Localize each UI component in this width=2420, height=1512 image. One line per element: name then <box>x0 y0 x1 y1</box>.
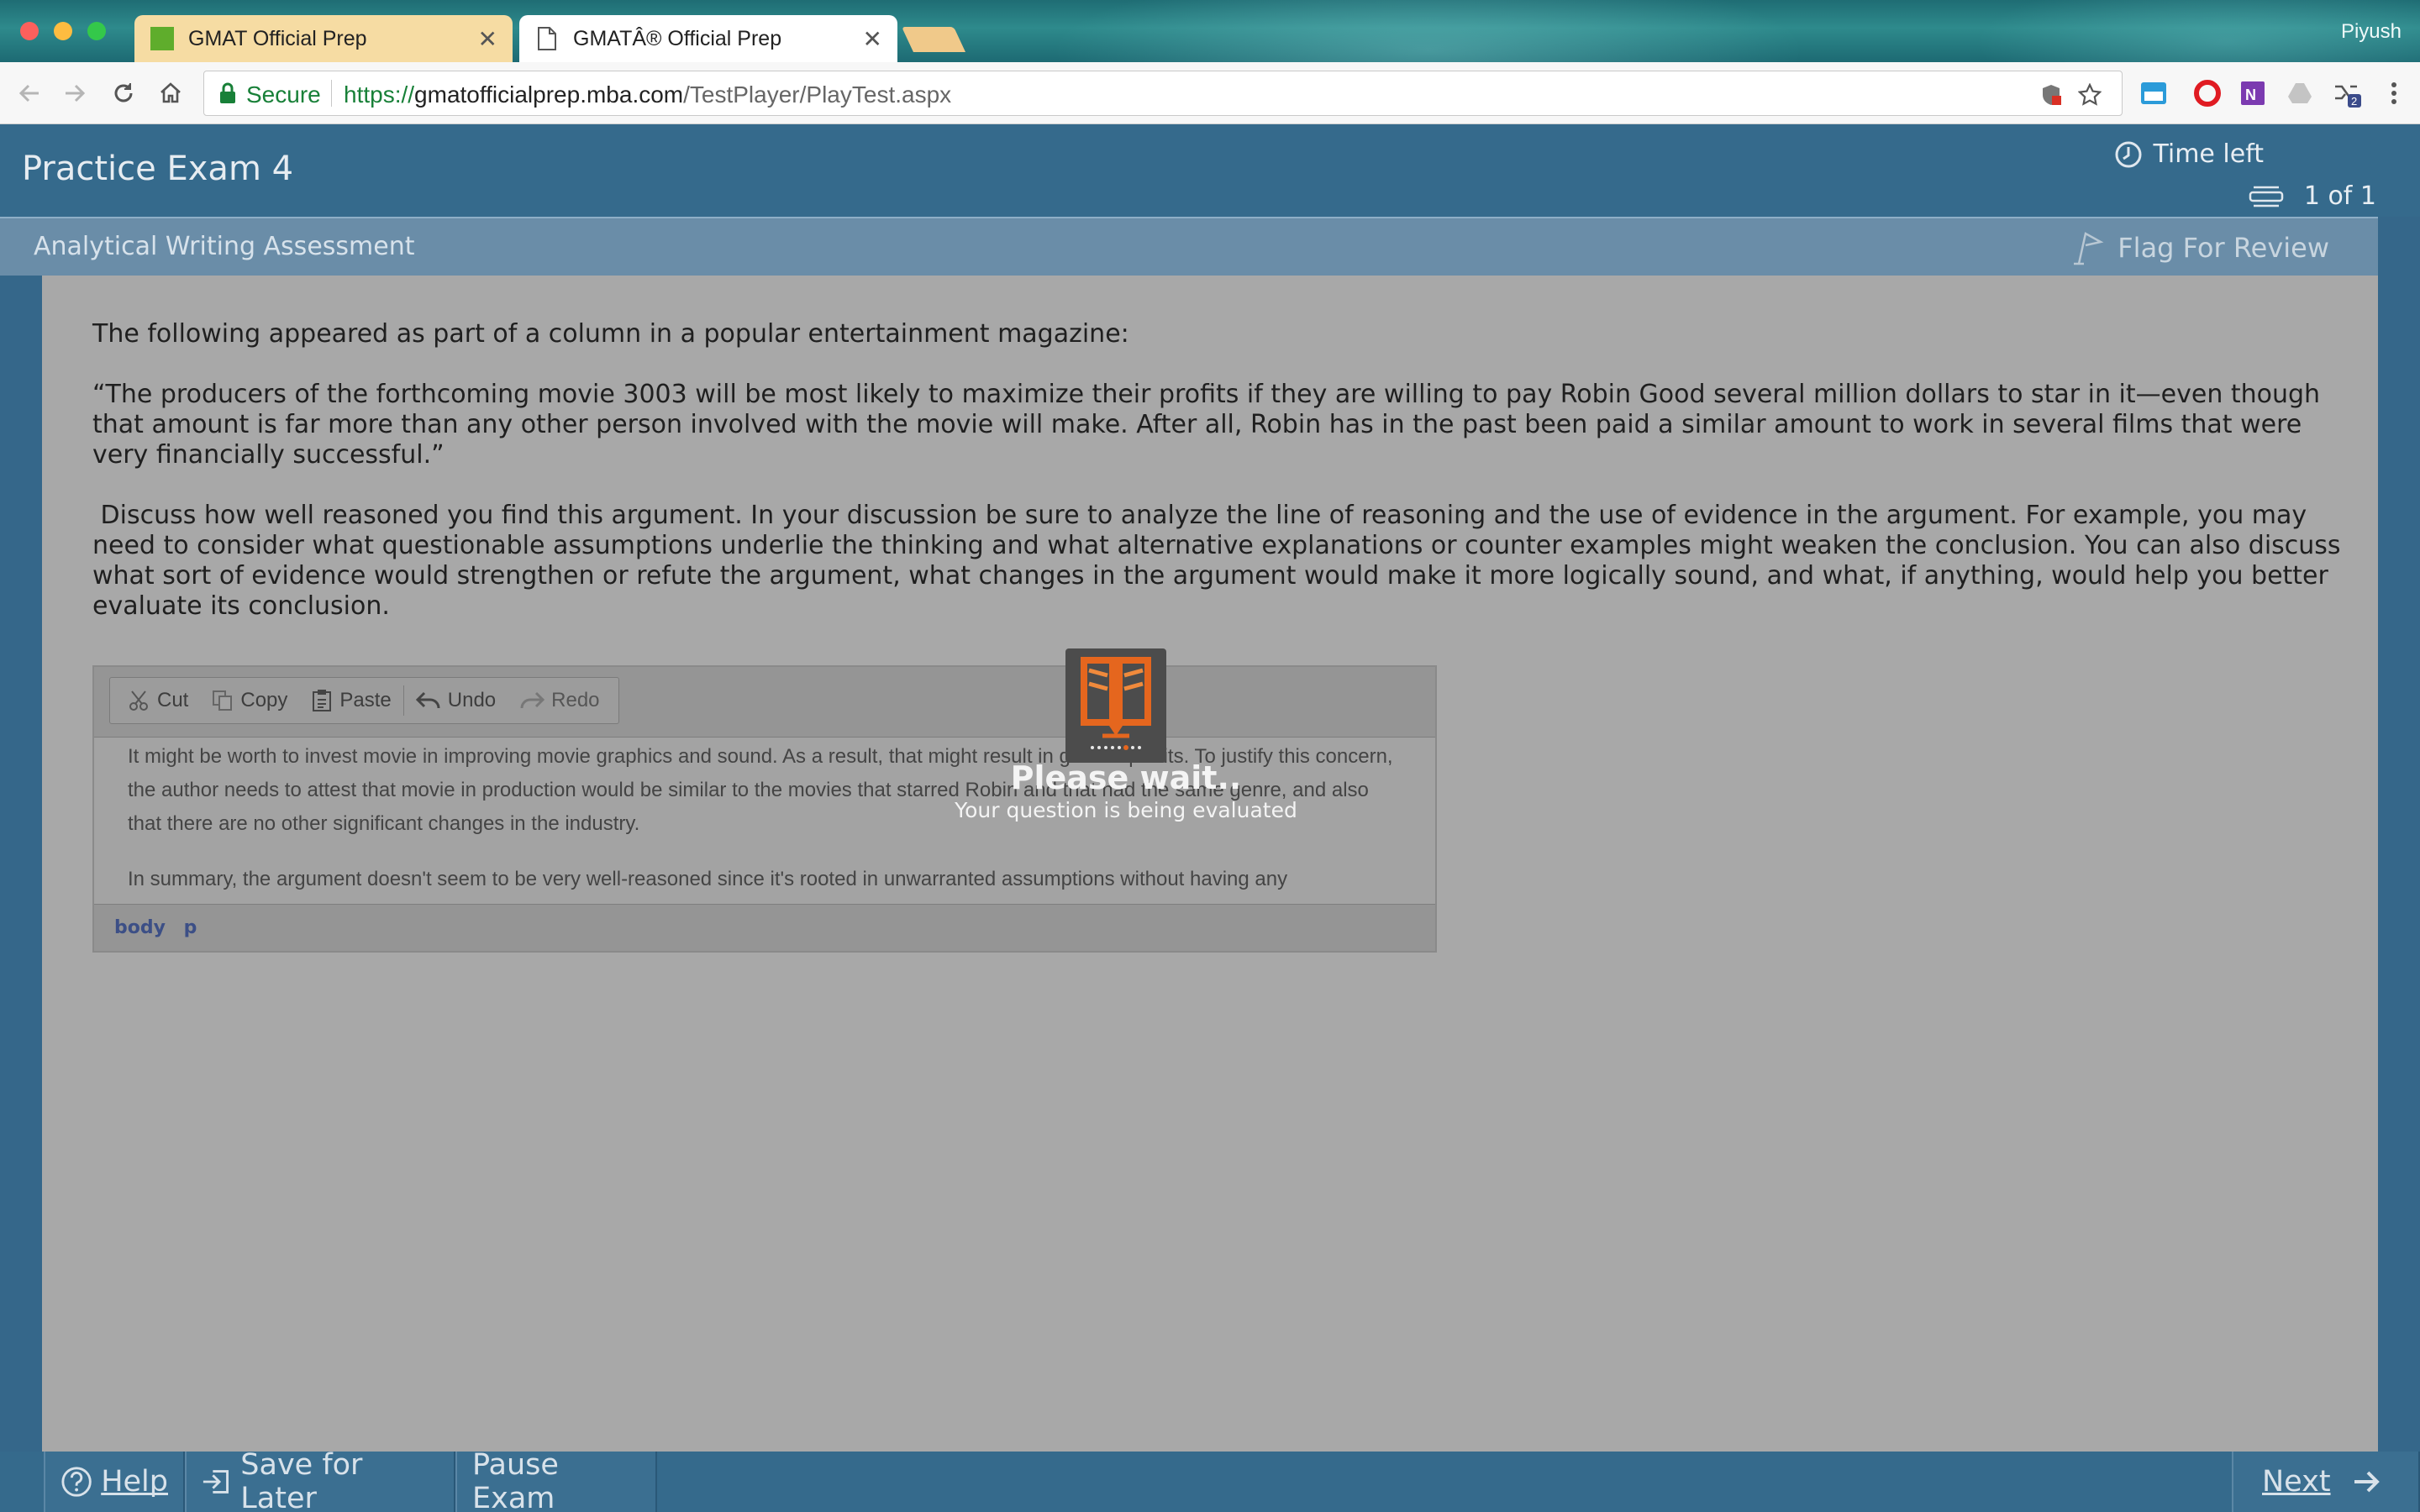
minimize-window-button[interactable] <box>54 22 72 40</box>
more-menu-icon[interactable] <box>2380 79 2408 108</box>
tab-title: GMATÂ® Official Prep <box>573 26 782 50</box>
path-body[interactable]: body <box>114 917 166 938</box>
save-for-later-button[interactable]: Save for Later <box>185 1448 455 1512</box>
url-text: https://gmatofficialprep.mba.com/TestPla… <box>344 81 952 108</box>
prompt-argument: “The producers of the forthcoming movie … <box>92 380 2321 470</box>
profile-name[interactable]: Piyush <box>2341 20 2402 44</box>
clock-icon <box>2114 140 2143 169</box>
exam-header: Practice Exam 4 Time left 1 of 1 <box>0 124 2420 217</box>
wait-subtitle: Your question is being evaluated <box>955 798 1297 822</box>
question-content: The following appeared as part of a colu… <box>42 276 2378 1452</box>
home-icon[interactable] <box>155 77 187 109</box>
svg-text:N: N <box>2245 87 2256 103</box>
forward-arrow-icon[interactable] <box>59 77 91 109</box>
scissors-icon <box>129 690 148 711</box>
new-tab-button[interactable] <box>902 27 965 52</box>
undo-button[interactable]: Undo <box>404 677 508 724</box>
wait-title: Please wait.. <box>1010 759 1242 796</box>
cut-button[interactable]: Cut <box>117 677 200 724</box>
section-bar: Analytical Writing Assessment Flag For R… <box>0 217 2378 276</box>
drive-icon[interactable] <box>2286 79 2314 108</box>
browser-tab-strip: GMAT Official Prep ✕ GMATÂ® Official Pre… <box>0 0 2420 62</box>
editor-toolbar: Cut Copy Paste Undo Redo <box>94 667 1435 738</box>
maximize-window-button[interactable] <box>87 22 106 40</box>
undo-arrow-icon <box>415 691 440 709</box>
section-title: Analytical Writing Assessment <box>34 232 415 261</box>
question-count: 1 of 1 <box>2249 181 2376 211</box>
redo-button[interactable]: Redo <box>508 677 611 724</box>
arrow-right-icon <box>2354 1471 2380 1493</box>
time-left[interactable]: Time left <box>2114 139 2264 169</box>
path-p[interactable]: p <box>184 917 197 938</box>
browser-tab-gmat-1[interactable]: GMAT Official Prep ✕ <box>134 15 513 62</box>
stack-icon <box>2249 184 2284 209</box>
extension-blue-icon[interactable] <box>2139 79 2168 108</box>
page-count-text: 1 of 1 <box>2303 181 2376 211</box>
browser-tab-gmat-2[interactable]: GMATÂ® Official Prep ✕ <box>519 15 897 62</box>
editor-element-path: body p <box>94 904 1435 951</box>
flag-label: Flag For Review <box>2118 232 2329 264</box>
time-left-label: Time left <box>2153 139 2264 169</box>
secure-label: Secure <box>246 81 321 108</box>
essay-paragraph: In summary, the argument doesn't seem to… <box>128 868 1288 890</box>
help-circle-icon <box>61 1467 92 1497</box>
onenote-icon[interactable]: N <box>2238 79 2267 108</box>
lock-icon <box>219 82 236 104</box>
copy-icon <box>213 690 233 711</box>
exam-title: Practice Exam 4 <box>22 150 294 188</box>
flag-for-review-button[interactable]: Flag For Review <box>2070 230 2329 265</box>
opera-extension-icon[interactable] <box>2193 79 2222 108</box>
prompt-instructions: Discuss how well reasoned you find this … <box>92 501 2349 621</box>
exam-footer: Help Save for Later Pause Exam Next <box>0 1448 2420 1512</box>
browser-toolbar: Secure https://gmatofficialprep.mba.com/… <box>0 62 2420 124</box>
save-exit-icon <box>203 1470 229 1494</box>
bookmark-star-icon[interactable] <box>2077 82 2102 107</box>
bookmark-ribbon-icon <box>2070 230 2104 265</box>
svg-text:2: 2 <box>2351 95 2357 108</box>
green-square-icon <box>150 26 175 51</box>
loading-book-icon <box>1065 648 1166 763</box>
document-icon <box>534 26 560 51</box>
clipboard-icon <box>313 690 332 711</box>
tab-title: GMAT Official Prep <box>188 26 367 50</box>
pause-exam-button[interactable]: Pause Exam <box>455 1448 657 1512</box>
blocked-popup-icon[interactable] <box>2039 83 2063 107</box>
close-tab-icon[interactable]: ✕ <box>863 25 882 53</box>
next-button[interactable]: Next <box>2232 1452 2420 1512</box>
close-tab-icon[interactable]: ✕ <box>478 25 497 53</box>
prompt-intro: The following appeared as part of a colu… <box>92 319 1129 349</box>
help-button[interactable]: Help <box>44 1452 185 1512</box>
question-prompt: The following appeared as part of a colu… <box>92 319 2344 652</box>
address-bar[interactable]: Secure https://gmatofficialprep.mba.com/… <box>203 71 2123 116</box>
copy-button[interactable]: Copy <box>200 677 299 724</box>
paste-button[interactable]: Paste <box>299 677 402 724</box>
redo-arrow-icon <box>520 691 545 709</box>
back-arrow-icon[interactable] <box>13 77 45 109</box>
shuffle-extension-icon[interactable]: 2 <box>2333 79 2361 108</box>
close-window-button[interactable] <box>20 22 39 40</box>
reload-icon[interactable] <box>108 77 139 109</box>
